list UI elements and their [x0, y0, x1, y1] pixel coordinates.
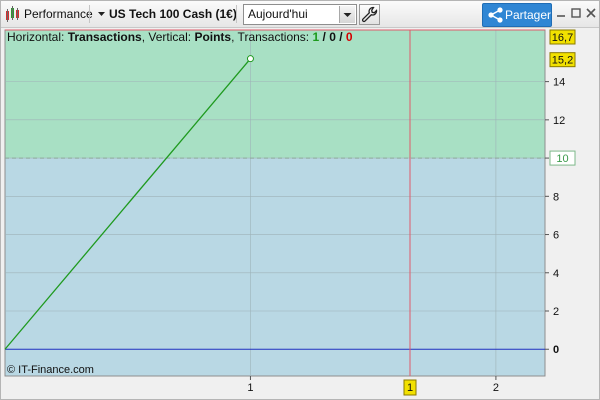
y-tick-label: 8: [553, 191, 559, 203]
horizontal-value: Transactions: [67, 30, 142, 44]
maximize-icon[interactable]: [569, 6, 583, 20]
toolbar-separator: [236, 5, 237, 23]
performance-icon[interactable]: [5, 1, 21, 27]
toolbar: Performance US Tech 100 Cash (1€) Aujour…: [1, 1, 599, 28]
chart-header: Horizontal: Transactions, Vertical: Poin…: [7, 30, 353, 44]
last-value-badge-text: 15,2: [552, 55, 573, 67]
y-tick-label: 4: [553, 268, 559, 280]
profit-zone: [5, 30, 545, 159]
separator: /: [319, 30, 330, 44]
minimize-icon[interactable]: [554, 6, 568, 20]
separator: /: [335, 30, 346, 44]
chevron-down-icon: [98, 12, 105, 16]
period-value: Aujourd'hui: [248, 7, 308, 21]
losing-count: 0: [345, 30, 353, 44]
instrument-dropdown[interactable]: US Tech 100 Cash (1€): [97, 1, 237, 27]
y-tick-label: 0: [553, 344, 559, 356]
threshold-badge-text: 10: [556, 153, 568, 165]
x-tick-label: 1: [247, 382, 253, 394]
share-label: Partager: [505, 8, 552, 22]
cursor-badge-text: 1: [407, 382, 413, 394]
vertical-value: Points: [194, 30, 232, 44]
performance-chart[interactable]: 02468101214 12 16,715,2101: [3, 28, 597, 398]
threshold-badge: 10: [549, 150, 576, 166]
loss-zone: [5, 158, 545, 376]
vertical-prefix: , Vertical:: [141, 30, 192, 44]
period-dropdown-arrow[interactable]: [339, 6, 355, 23]
wrench-icon: [361, 6, 378, 23]
y-tick-label: 12: [553, 115, 565, 127]
max-value-badge-text: 16,7: [552, 32, 573, 44]
transactions-prefix: , Transactions:: [231, 30, 310, 44]
equity-point[interactable]: [246, 55, 254, 63]
cursor-badge: 1: [403, 379, 417, 396]
y-tick-label: 6: [553, 230, 559, 242]
y-tick-label: 2: [553, 306, 559, 318]
chevron-down-icon: [343, 13, 352, 17]
performance-window: Performance US Tech 100 Cash (1€) Aujour…: [0, 0, 600, 400]
instrument-label: US Tech 100 Cash (1€): [109, 7, 237, 21]
performance-label: Performance: [24, 7, 93, 21]
close-icon[interactable]: [584, 6, 598, 20]
period-select[interactable]: Aujourd'hui: [243, 4, 357, 25]
share-button[interactable]: Partager: [482, 3, 552, 27]
copyright-label: © IT-Finance.com: [7, 364, 94, 376]
x-tick-label: 2: [493, 382, 499, 394]
y-tick-label: 14: [553, 77, 565, 89]
neutral-count: 0: [329, 30, 336, 44]
horizontal-prefix: Horizontal:: [7, 30, 65, 44]
share-icon: [488, 7, 503, 23]
toolbar-separator: [89, 5, 90, 23]
settings-button[interactable]: [359, 4, 380, 25]
last-value-badge: 15,2: [549, 52, 576, 68]
max-value-badge: 16,7: [549, 29, 576, 45]
